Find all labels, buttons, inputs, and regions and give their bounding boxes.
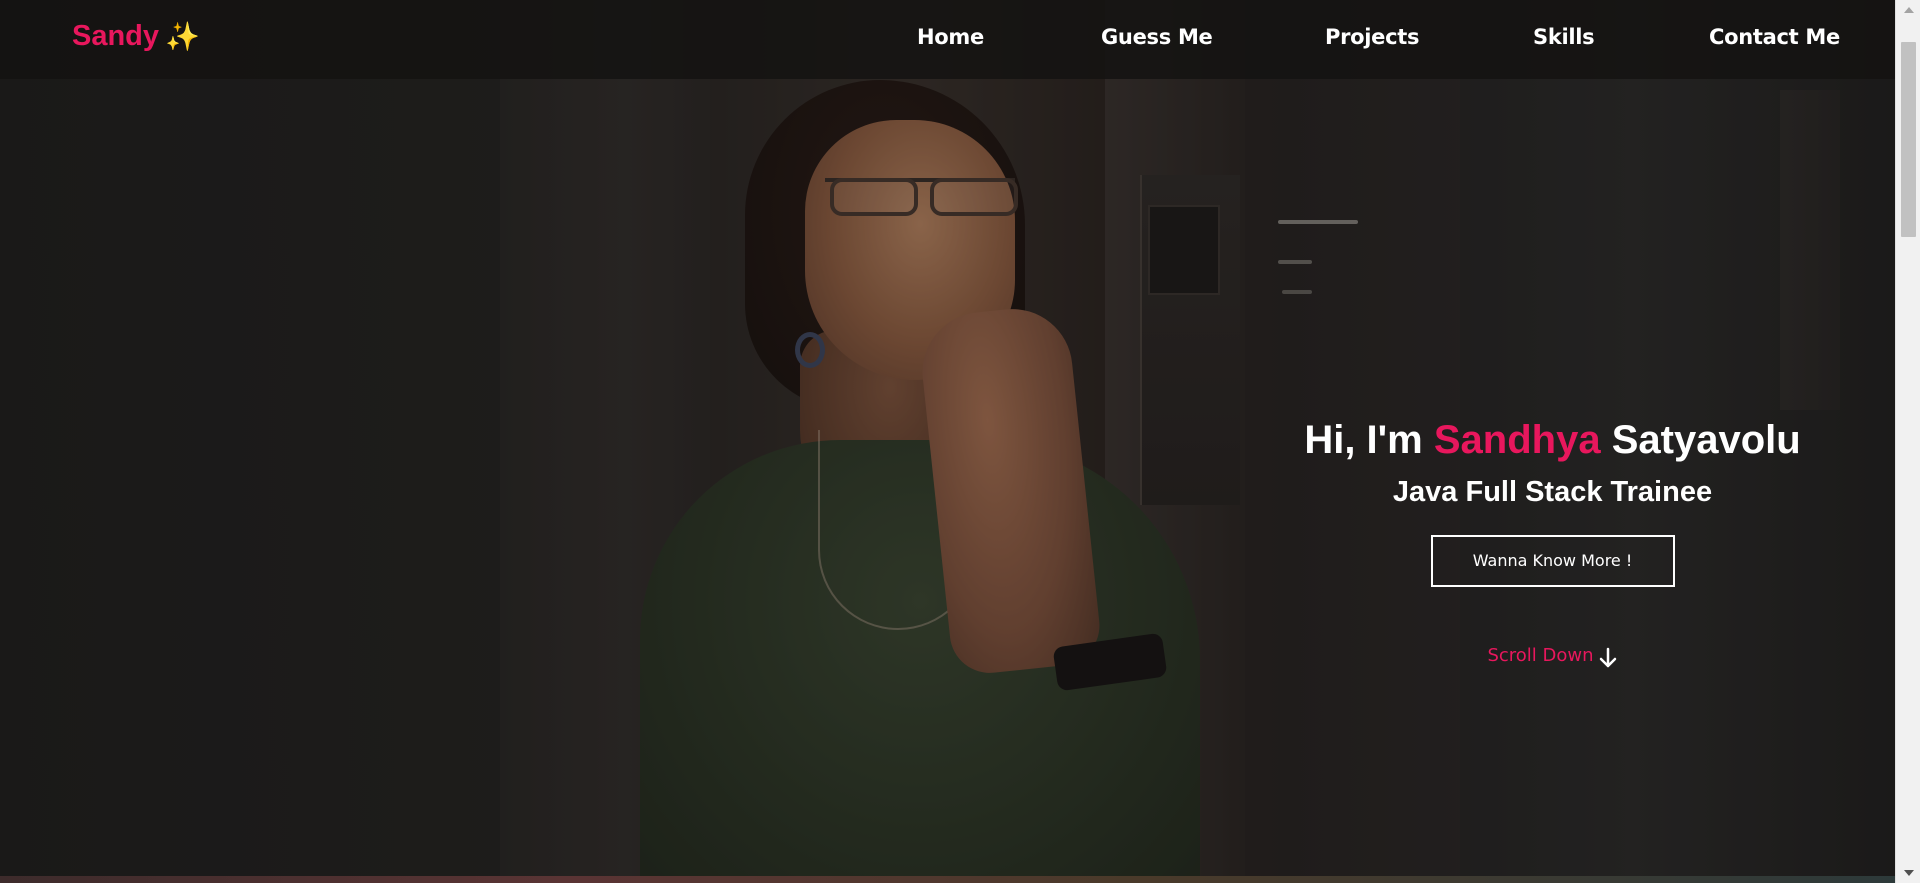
page: Sandy ✨ Home Guess Me Projects Skills Co… <box>0 0 1920 883</box>
nav-link-guess-me[interactable]: Guess Me <box>1101 25 1213 49</box>
wanna-know-more-button[interactable]: Wanna Know More ! <box>1430 535 1675 587</box>
brand-logo[interactable]: Sandy ✨ <box>72 20 200 53</box>
brand-name: Sandy <box>72 20 160 52</box>
next-section-edge <box>0 876 1895 883</box>
scroll-down-label: Scroll Down <box>1487 645 1594 666</box>
hero-content: Hi, I'm Sandhya Satyavolu Java Full Stac… <box>1250 418 1855 674</box>
scroll-down-link[interactable]: Scroll Down <box>1250 637 1855 674</box>
nav-link-contact-me[interactable]: Contact Me <box>1709 25 1840 49</box>
hero-greeting: Hi, I'm <box>1304 418 1423 462</box>
vertical-scrollbar[interactable] <box>1895 0 1920 883</box>
sparkles-icon: ✨ <box>165 21 200 52</box>
hero-last-name: Satyavolu <box>1611 418 1801 462</box>
chevron-down-icon[interactable] <box>1896 863 1920 883</box>
nav-link-projects[interactable]: Projects <box>1325 25 1420 49</box>
nav-link-skills[interactable]: Skills <box>1533 25 1595 49</box>
hero-first-name: Sandhya <box>1433 418 1601 462</box>
nav-link-home[interactable]: Home <box>917 25 984 49</box>
hero-title: Hi, I'm Sandhya Satyavolu <box>1250 418 1855 462</box>
arrow-down-icon <box>1598 647 1618 674</box>
scrollbar-thumb[interactable] <box>1901 42 1916 237</box>
navbar: Sandy ✨ Home Guess Me Projects Skills Co… <box>0 0 1895 79</box>
chevron-up-icon[interactable] <box>1896 0 1920 20</box>
hero-subtitle: Java Full Stack Trainee <box>1392 476 1713 508</box>
